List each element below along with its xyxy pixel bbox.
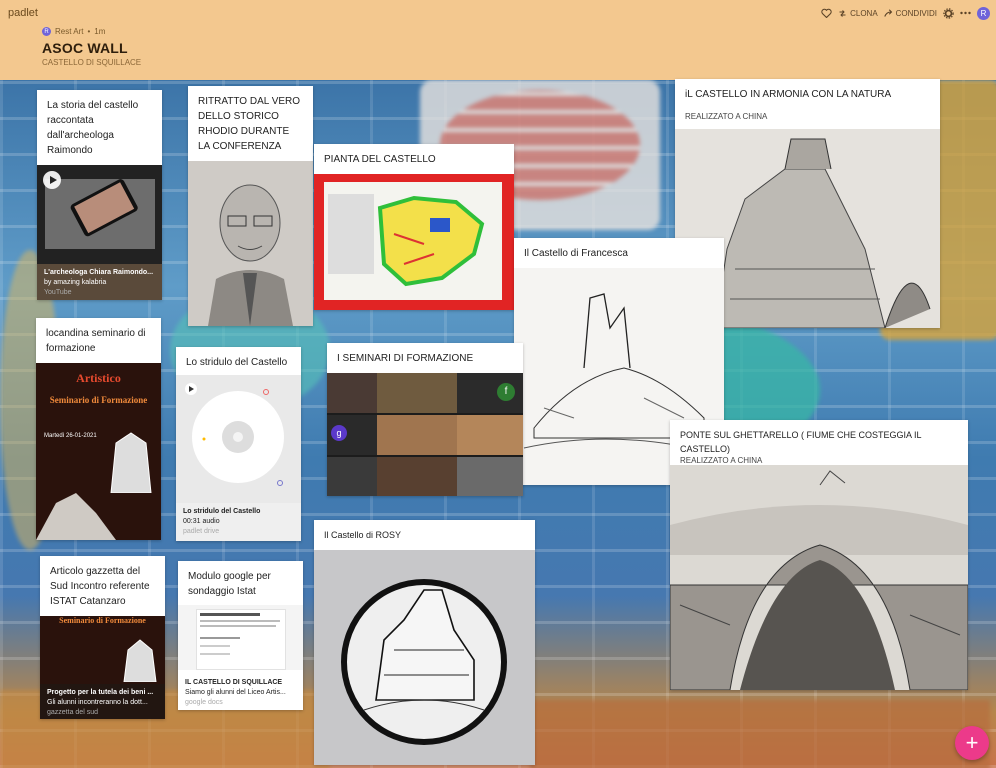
play-icon <box>50 176 57 184</box>
post-card-pianta[interactable]: PIANTA DEL CASTELLO <box>314 144 514 310</box>
post-card-locandina[interactable]: locandina seminario di formazione Artist… <box>36 318 161 540</box>
post-title: iL CASTELLO IN ARMONIA CON LA NATURA <box>685 89 892 100</box>
author-avatar: R <box>42 27 51 36</box>
share-button[interactable]: CONDIVIDI <box>883 6 937 20</box>
post-title: I SEMINARI DI FORMAZIONE <box>337 353 474 364</box>
attachment-title: Progetto per la tutela dei beni ... <box>47 689 154 696</box>
poster-school-text: Artistico <box>76 371 121 385</box>
post-title: Modulo google per sondaggio Istat <box>188 571 271 597</box>
participant-tile-g: g <box>331 425 347 441</box>
add-post-button[interactable]: + <box>955 726 989 760</box>
attachment-desc: by amazing kalabria <box>44 279 107 286</box>
google-form-preview[interactable] <box>178 605 303 670</box>
post-card-ritratto[interactable]: RITRATTO DAL VERO DELLO STORICO RHODIO D… <box>188 86 313 326</box>
attachment-source: padlet drive <box>183 528 220 535</box>
castle-map-image[interactable] <box>314 174 514 310</box>
share-label: CONDIVIDI <box>895 8 937 18</box>
account-avatar[interactable]: R <box>977 6 990 20</box>
time-ago: 1m <box>94 27 106 36</box>
portrait-drawing-image[interactable] <box>188 161 313 326</box>
more-dots-icon <box>960 11 971 15</box>
board-header: padlet CLONA CONDIVIDI R R Rest Art • 1m… <box>0 0 996 80</box>
poster-heading-text: Seminario di Formazione <box>49 395 148 405</box>
bottom-brick-patch <box>530 700 990 768</box>
post-title: PIANTA DEL CASTELLO <box>324 154 436 165</box>
board-subtitle: CASTELLO DI SQUILLACE <box>42 58 142 67</box>
video-thumbnail[interactable] <box>37 165 162 265</box>
post-card-seminari[interactable]: I SEMINARI DI FORMAZIONE f g <box>327 343 523 496</box>
video-call-grid-image[interactable]: f g <box>327 373 523 496</box>
attachment-title: IL CASTELLO DI SQUILLACE <box>185 679 283 686</box>
audio-attachment[interactable]: Lo stridulo del Castello 00:31 audio pad… <box>176 503 301 541</box>
clone-label: CLONA <box>850 8 878 18</box>
post-title: Il Castello di ROSY <box>324 530 402 540</box>
castle-circle-drawing-image[interactable] <box>314 550 535 765</box>
post-title: Articolo gazzetta del Sud Incontro refer… <box>50 566 150 607</box>
article-thumbnail[interactable]: Seminario di Formazione <box>40 616 165 684</box>
settings-button[interactable] <box>943 6 954 20</box>
toolbar: CLONA CONDIVIDI R <box>821 5 990 21</box>
post-title: locandina seminario di formazione <box>46 328 146 354</box>
separator-dot-icon: • <box>87 27 91 36</box>
post-title: RITRATTO DAL VERO DELLO STORICO RHODIO D… <box>198 96 301 152</box>
attachment-source: gazzetta del sud <box>47 709 98 716</box>
author-line: R Rest Art • 1m <box>42 27 105 36</box>
clone-icon <box>839 9 846 17</box>
attachment-source: YouTube <box>44 289 72 296</box>
board-title: ASOC WALL <box>42 40 128 56</box>
form-attachment[interactable]: IL CASTELLO DI SQUILLACE Siamo gli alunn… <box>178 674 303 710</box>
post-card-storia[interactable]: La storia del castello raccontata dall'a… <box>37 90 162 300</box>
video-attachment[interactable]: L'archeologa Chiara Raimondo... by amazi… <box>37 264 162 300</box>
attachment-desc: Gli alunni incontreranno la dott... <box>47 699 148 706</box>
seminar-poster-image[interactable]: Artistico Seminario di Formazione Marted… <box>36 363 161 540</box>
post-card-rosy[interactable]: Il Castello di ROSY <box>314 520 535 765</box>
post-subtitle: REALIZZATO A CHINA <box>685 112 768 121</box>
attachment-desc: Siamo gli alunni del Liceo Artis... <box>185 689 286 696</box>
attachment-title: Lo stridulo del Castello <box>183 508 261 515</box>
more-button[interactable] <box>960 6 971 20</box>
post-title: Lo stridulo del Castello <box>186 357 288 368</box>
bridge-ink-drawing-image[interactable] <box>670 465 968 690</box>
poster-date-text: Martedì 26-01-2021 <box>44 433 97 439</box>
post-card-articolo[interactable]: Articolo gazzetta del Sud Incontro refer… <box>40 556 165 719</box>
article-thumb-heading: Seminario di Formazione <box>59 616 146 625</box>
clone-button[interactable]: CLONA <box>838 6 878 20</box>
like-button[interactable] <box>821 6 832 20</box>
attachment-title: L'archeologa Chiara Raimondo... <box>44 269 154 276</box>
post-card-stridulo[interactable]: Lo stridulo del Castello Lo stridulo del… <box>176 347 301 541</box>
share-icon <box>883 8 892 17</box>
audio-cover[interactable] <box>176 375 301 503</box>
participant-tile-f: f <box>497 383 515 401</box>
padlet-logo[interactable]: padlet <box>8 7 38 19</box>
post-title: La storia del castello raccontata dall'a… <box>47 100 139 156</box>
attachment-desc: 00:31 audio <box>183 518 220 525</box>
heart-icon <box>821 8 832 18</box>
post-title: Il Castello di Francesca <box>524 248 628 259</box>
article-attachment[interactable]: Progetto per la tutela dei beni ... Gli … <box>40 684 165 719</box>
gear-icon <box>943 7 954 19</box>
post-card-modulo[interactable]: Modulo google per sondaggio Istat IL CAS… <box>178 561 303 710</box>
post-card-ghettarello[interactable]: PONTE SUL GHETTARELLO ( FIUME CHE COSTEG… <box>670 420 968 690</box>
author-name[interactable]: Rest Art <box>55 27 83 36</box>
play-icon <box>185 383 197 395</box>
attachment-source: google docs <box>185 699 223 706</box>
